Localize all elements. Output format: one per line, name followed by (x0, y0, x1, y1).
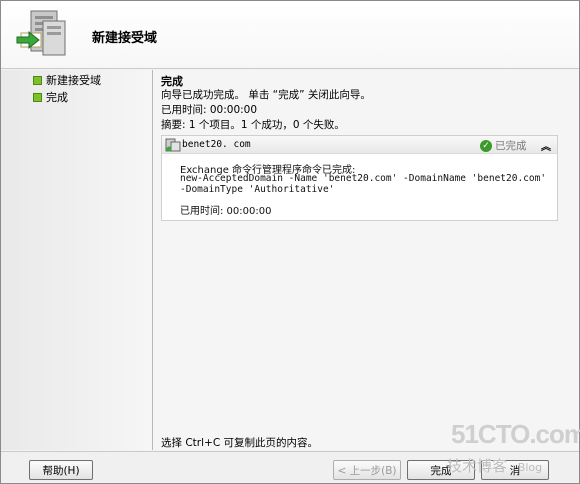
step-complete-icon (33, 92, 42, 102)
step-complete-icon (33, 75, 42, 85)
completion-message: 向导已成功完成。 单击 “完成” 关闭此向导。 (161, 89, 371, 101)
step-label: 完成 (46, 91, 68, 104)
wizard-footer: 帮助(H) < 上一步(B) 完成 消 (1, 451, 579, 483)
step-finish[interactable]: 完成 (33, 90, 68, 104)
success-check-icon: ✓ (480, 139, 492, 152)
server-icon (165, 138, 181, 152)
collapse-chevron-icon[interactable]: ︽ (541, 138, 551, 153)
step-label: 新建接受域 (46, 74, 101, 87)
elapsed-time: 已用时间: 00:00:00 (161, 104, 258, 116)
status-label: 已完成 (495, 140, 527, 152)
steps-pane: 新建接受域 完成 (1, 70, 153, 450)
result-status: ✓ 已完成 (480, 138, 527, 153)
cancel-button[interactable]: 消 (481, 460, 549, 480)
wizard-window: 新建接受域 新建接受域 完成 完成 向导已成功完成。 单击 “完成” 关闭此向导… (0, 0, 580, 484)
content-pane: 完成 向导已成功完成。 单击 “完成” 关闭此向导。 已用时间: 00:00:0… (154, 70, 579, 450)
result-elapsed-time: 已用时间: 00:00:00 (180, 206, 272, 217)
summary-text: 摘要: 1 个项目。1 个成功，0 个失败。 (161, 119, 345, 131)
result-domain-name: benet20. com (182, 139, 251, 150)
help-button[interactable]: 帮助(H) (29, 460, 93, 480)
step-new-accepted-domain[interactable]: 新建接受域 (33, 73, 101, 87)
back-button[interactable]: < 上一步(B) (333, 460, 401, 480)
result-panel: benet20. com ✓ 已完成 ︽ Exchange 命令行管理程序命令已… (161, 135, 558, 221)
exchange-wizard-icon (16, 10, 66, 56)
wizard-title: 新建接受域 (92, 31, 158, 46)
copy-hint: 选择 Ctrl+C 可复制此页的内容。 (161, 437, 318, 449)
finish-button[interactable]: 完成 (407, 460, 475, 480)
command-line: -DomainType 'Authoritative' (180, 184, 335, 195)
result-header: benet20. com ✓ 已完成 ︽ (162, 136, 557, 154)
wizard-header: 新建接受域 (1, 1, 579, 69)
command-line: new-AcceptedDomain -Name 'benet20.com' -… (180, 173, 547, 184)
